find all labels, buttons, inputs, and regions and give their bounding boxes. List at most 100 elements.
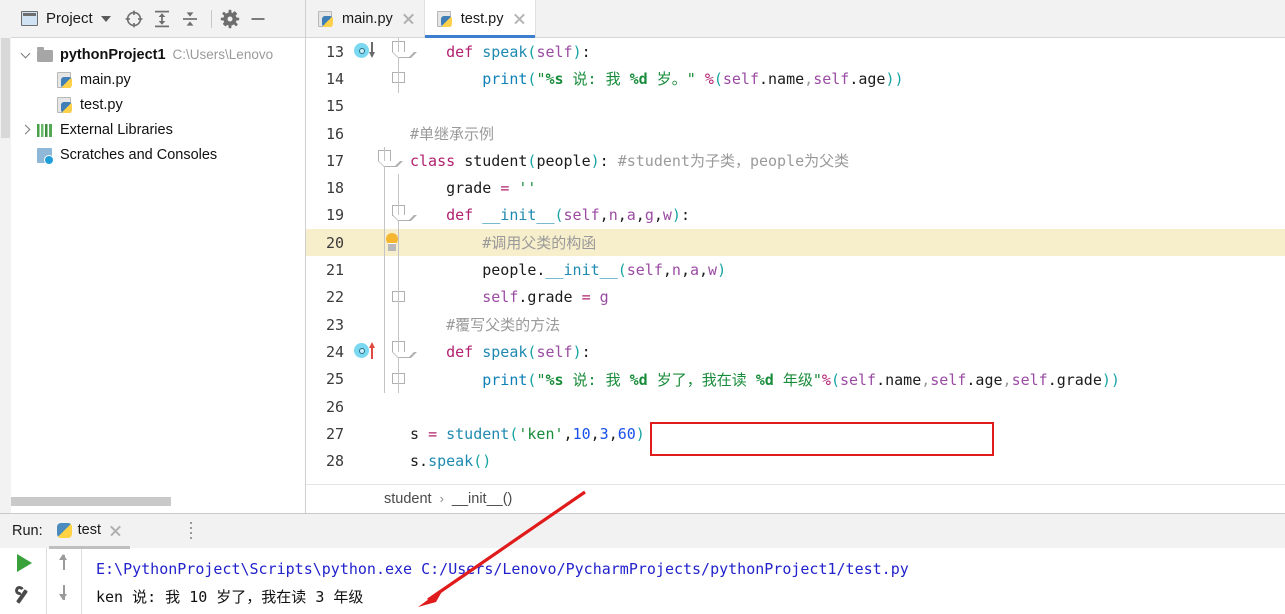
chevron-down-icon[interactable] (100, 15, 111, 22)
editor-gutter[interactable] (348, 365, 410, 393)
line-number: 14 (325, 69, 344, 88)
run-tab-label: test (77, 522, 102, 538)
tree-item-external-libraries[interactable]: External Libraries (11, 117, 305, 142)
code-line[interactable]: 24 def speak(self): (306, 338, 1285, 366)
left-strip-active-tab[interactable] (1, 38, 10, 138)
editor-area: main.py test.py 13 def speak(self): 14 pri… (306, 0, 1285, 513)
code-line[interactable]: 13 def speak(self): (306, 38, 1285, 66)
code-line[interactable]: 16 #单继承示例 (306, 120, 1285, 147)
breadcrumb-item[interactable]: student (384, 491, 432, 507)
code-text: def speak(self): (446, 342, 591, 361)
code-line[interactable]: 26 (306, 393, 1285, 420)
locate-icon[interactable] (123, 8, 145, 30)
scratches-icon (37, 146, 55, 165)
code-line[interactable]: 23 #覆写父类的方法 (306, 310, 1285, 339)
line-number: 19 (325, 206, 344, 225)
editor-tab-test-py[interactable]: test.py (424, 0, 536, 38)
editor-gutter[interactable] (348, 393, 410, 420)
project-panel-header: Project (11, 0, 305, 38)
collapse-all-icon[interactable] (179, 8, 201, 30)
editor-gutter[interactable] (348, 201, 417, 230)
code-line[interactable]: 21 people.__init__(self,n,a,w) (306, 256, 1285, 284)
code-text: #调用父类的构函 (482, 234, 597, 253)
fold-region-line (398, 256, 400, 284)
code-line[interactable]: 18 grade = '' (306, 174, 1285, 202)
code-text: print("%s 说: 我 %d 岁。" %(self.name,self.a… (482, 70, 904, 89)
scroll-down-icon[interactable] (57, 584, 71, 600)
twisty-open-icon[interactable] (19, 47, 35, 63)
code-editor[interactable]: 13 def speak(self): 14 print("%s 说: 我 %d … (306, 38, 1285, 484)
twisty-closed-icon[interactable] (19, 122, 35, 138)
expand-all-icon[interactable] (151, 8, 173, 30)
console-output[interactable]: E:\PythonProject\Scripts\python.exe C:/U… (81, 548, 1285, 614)
code-line[interactable]: 22 self.grade = g (306, 283, 1285, 311)
line-number: 24 (325, 342, 344, 361)
editor-gutter[interactable] (348, 447, 410, 474)
editor-gutter[interactable] (348, 174, 410, 202)
fold-region-line (384, 256, 386, 284)
run-tab-test[interactable]: test (48, 522, 131, 549)
drag-handle-dots[interactable] (190, 522, 192, 540)
line-number: 26 (325, 397, 344, 416)
code-line[interactable]: 20 #调用父类的构函 (306, 229, 1285, 257)
python-file-icon (436, 10, 455, 28)
tree-item-test-py[interactable]: test.py (11, 92, 305, 117)
fold-region-line (384, 201, 386, 230)
code-line[interactable]: 25 print("%s 说: 我 %d 岁了，我在读 %d 年级"%(self… (306, 365, 1285, 393)
code-line[interactable]: 28 s.speak() (306, 447, 1285, 474)
editor-tab-label: main.py (342, 10, 393, 27)
editor-gutter[interactable] (348, 147, 410, 175)
editor-gutter[interactable] (348, 310, 410, 339)
close-icon[interactable] (109, 524, 122, 537)
code-text: #单继承示例 (410, 125, 495, 144)
editor-gutter[interactable] (348, 65, 410, 93)
fold-region-line (398, 283, 400, 311)
editor-gutter[interactable] (348, 338, 417, 366)
editor-tab-label: test.py (460, 10, 504, 27)
code-line[interactable]: 14 print("%s 说: 我 %d 岁。" %(self.name,sel… (306, 65, 1285, 93)
tree-item-label: Scratches and Consoles (60, 146, 218, 163)
editor-gutter[interactable] (348, 93, 410, 120)
close-icon[interactable] (513, 12, 526, 25)
project-hscrollbar-thumb[interactable] (11, 497, 171, 506)
run-icon[interactable] (17, 554, 32, 572)
arrow-up-icon (368, 342, 377, 360)
tree-item-label: External Libraries (60, 121, 173, 138)
implemented-method-icon[interactable] (354, 43, 369, 58)
line-number: 23 (325, 315, 344, 334)
line-number: 27 (325, 424, 344, 443)
editor-gutter[interactable] (348, 420, 410, 447)
editor-gutter[interactable] (348, 256, 410, 284)
project-tree: pythonProject1 C:\Users\Lenovo main.py test… (11, 38, 305, 167)
settings-gear-icon[interactable] (219, 8, 241, 30)
editor-gutter[interactable] (348, 283, 410, 311)
run-toolbar-nav (46, 548, 81, 614)
editor-gutter[interactable] (348, 229, 410, 257)
editor-gutter[interactable] (348, 38, 417, 66)
python-file-icon (56, 522, 72, 538)
tree-item-scratches-and-consoles[interactable]: Scratches and Consoles (11, 142, 305, 167)
tree-item-pythonproject1[interactable]: pythonProject1 C:\Users\Lenovo (11, 42, 305, 67)
line-number: 28 (325, 452, 344, 471)
close-icon[interactable] (402, 12, 415, 25)
code-line[interactable]: 15 (306, 93, 1285, 120)
toolbar-divider (210, 9, 212, 28)
minimize-icon[interactable] (247, 8, 269, 30)
scroll-up-icon[interactable] (57, 554, 71, 570)
fold-region-line (398, 65, 400, 93)
wrench-icon[interactable] (13, 586, 33, 606)
code-line[interactable]: 17 class student(people): #student为子类，peo… (306, 147, 1285, 175)
editor-tab-main-py[interactable]: main.py (306, 0, 425, 37)
overriding-method-icon[interactable] (354, 343, 369, 359)
breadcrumb-item[interactable]: __init__() (452, 491, 512, 507)
code-line[interactable]: 19 def __init__(self,n,a,g,w): (306, 201, 1285, 230)
library-icon (37, 121, 55, 139)
tree-item-main-py[interactable]: main.py (11, 67, 305, 92)
editor-gutter[interactable] (348, 120, 410, 147)
code-line[interactable]: 27 s = student('ken',10,3,60) (306, 420, 1285, 447)
fold-region-line (384, 174, 386, 202)
code-text: def __init__(self,n,a,g,w): (446, 206, 690, 225)
